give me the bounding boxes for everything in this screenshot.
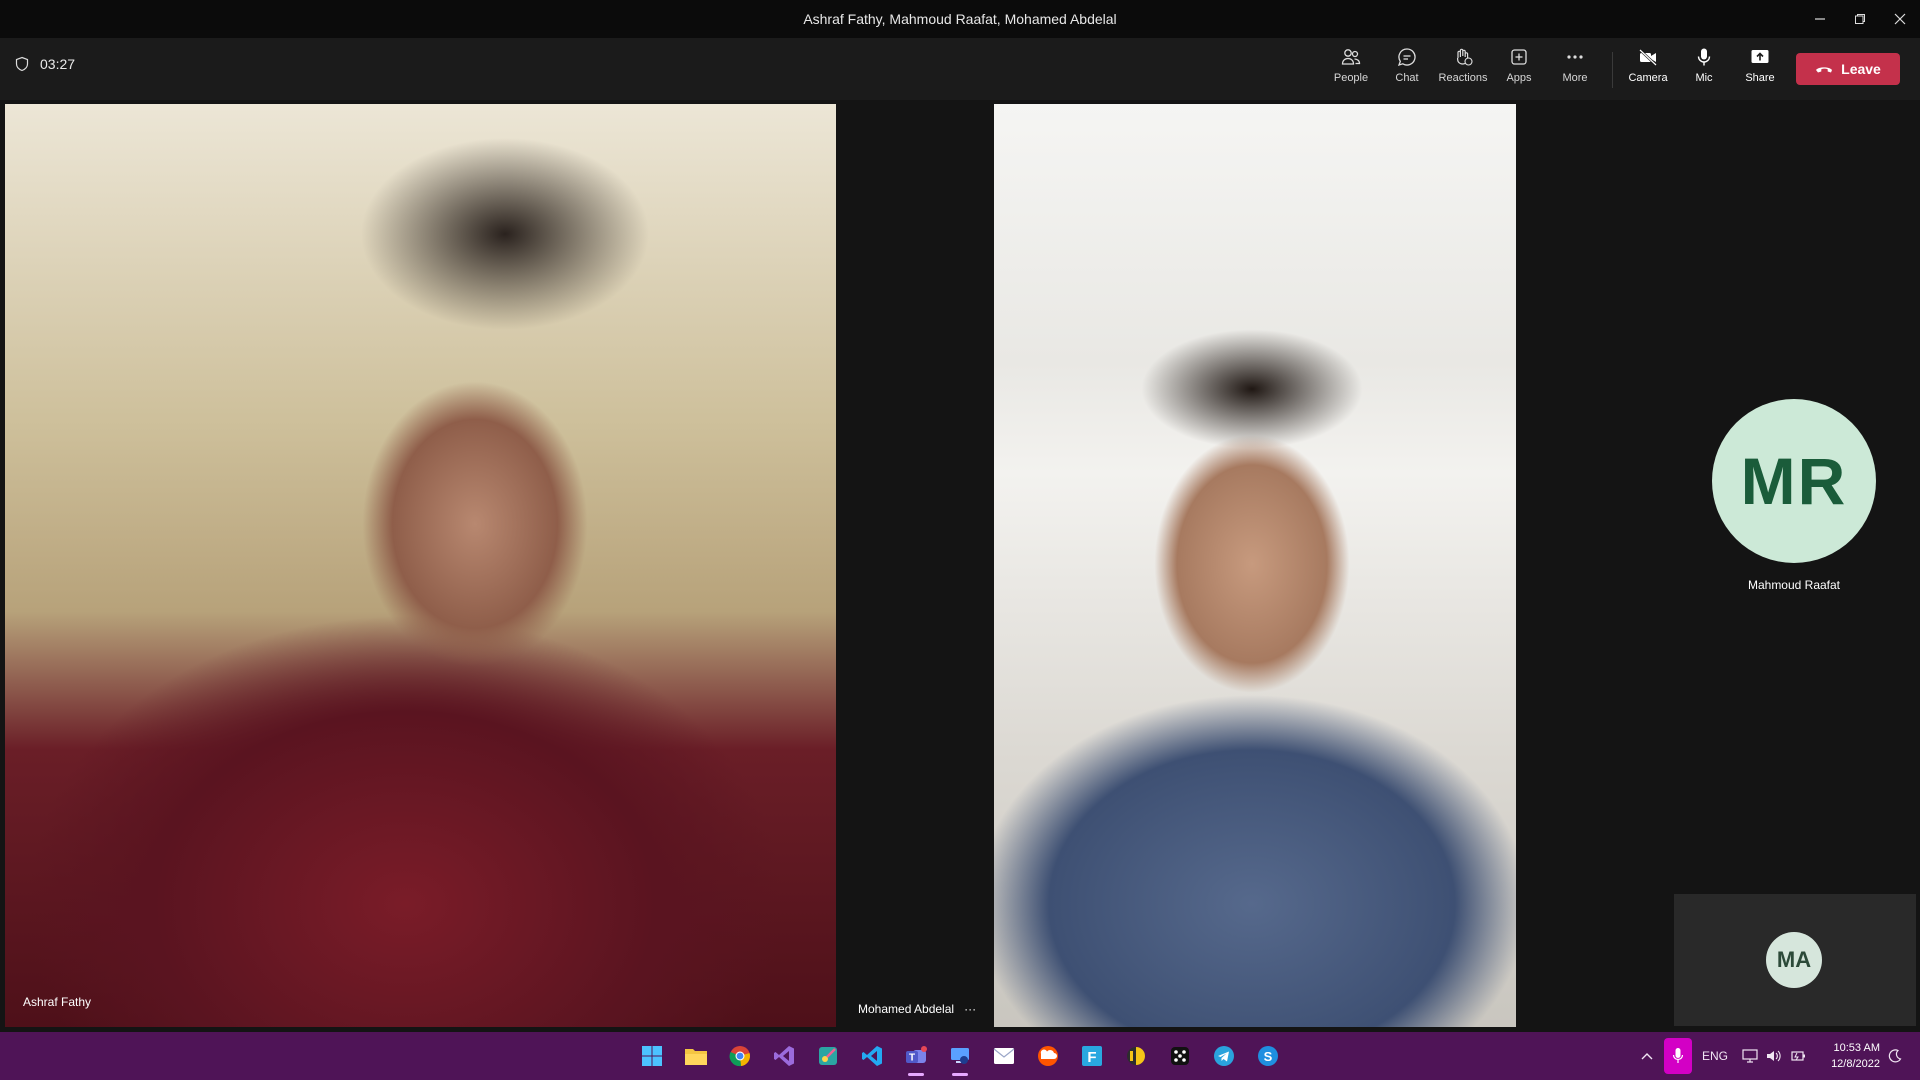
soundcloud-icon[interactable] xyxy=(1032,1040,1064,1072)
battery-icon[interactable] xyxy=(1790,1032,1806,1080)
window-title: Ashraf Fathy, Mahmoud Raafat, Mohamed Ab… xyxy=(803,11,1117,27)
meeting-timer: 03:27 xyxy=(14,56,75,72)
restore-button[interactable] xyxy=(1840,0,1880,38)
participant-name: Mohamed Abdelal xyxy=(858,1002,955,1016)
camera-button[interactable]: Camera xyxy=(1620,46,1676,94)
toolbar-divider xyxy=(1612,52,1613,88)
timer-text: 03:27 xyxy=(40,56,76,72)
telegram-icon[interactable] xyxy=(1208,1040,1240,1072)
svg-text:F: F xyxy=(1087,1049,1096,1066)
close-button[interactable] xyxy=(1880,0,1920,38)
more-label: More xyxy=(1562,72,1588,84)
apps-label: Apps xyxy=(1506,72,1532,84)
apps-button[interactable]: Apps xyxy=(1491,46,1547,94)
restore-icon xyxy=(1855,14,1865,24)
participant-avatar[interactable]: MR xyxy=(1712,399,1876,563)
teams-icon[interactable]: T xyxy=(900,1040,932,1076)
apps-icon xyxy=(1511,49,1527,65)
clock-date: 12/8/2022 xyxy=(1831,1058,1880,1070)
people-label: People xyxy=(1333,72,1369,84)
more-button[interactable]: More xyxy=(1547,46,1603,94)
people-icon xyxy=(1341,49,1361,65)
chat-icon xyxy=(1397,48,1416,67)
focus-moon-icon[interactable] xyxy=(1888,1032,1902,1080)
participant-more-options-icon[interactable]: ··· xyxy=(964,1002,976,1016)
svg-text:S: S xyxy=(1264,1049,1273,1064)
leave-label: Leave xyxy=(1841,61,1881,77)
language-indicator[interactable]: ENG xyxy=(1702,1032,1728,1080)
meeting-toolbar: 03:27 People Chat Reactions Apps More Ca… xyxy=(0,38,1920,100)
visual-studio-icon[interactable] xyxy=(768,1040,800,1072)
mic-label: Mic xyxy=(1695,72,1713,84)
chat-label: Chat xyxy=(1395,72,1419,84)
participant-video-tile[interactable]: Ashraf Fathy xyxy=(5,104,836,1027)
self-view-tile[interactable]: MA xyxy=(1674,894,1916,1026)
mic-icon xyxy=(1697,48,1711,66)
share-icon xyxy=(1751,50,1769,63)
language-label: ENG xyxy=(1702,1049,1729,1063)
share-label: Share xyxy=(1745,72,1775,84)
app-f-icon[interactable]: F xyxy=(1076,1040,1108,1072)
participant-video-tile[interactable] xyxy=(994,104,1516,1027)
snipping-tool-icon[interactable] xyxy=(812,1040,844,1072)
volume-icon[interactable] xyxy=(1766,1032,1782,1080)
minimize-button[interactable] xyxy=(1800,0,1840,38)
self-avatar: MA xyxy=(1766,932,1822,988)
close-icon xyxy=(1894,13,1906,25)
reactions-icon xyxy=(1457,48,1473,66)
tray-overflow-chevron-icon[interactable] xyxy=(1640,1032,1654,1080)
windows-start-icon[interactable] xyxy=(636,1040,668,1072)
leave-button[interactable]: Leave xyxy=(1796,53,1900,85)
participant-name-tag: Ashraf Fathy xyxy=(13,989,101,1015)
network-icon[interactable] xyxy=(1742,1032,1758,1080)
taskbar-clock[interactable]: 10:53 AM 12/8/2022 xyxy=(1810,1040,1880,1072)
camera-label: Camera xyxy=(1628,72,1668,84)
chat-button[interactable]: Chat xyxy=(1379,46,1435,94)
windows-taskbar: T F S ENG 10:53 AM 12/8/2022 xyxy=(0,1032,1920,1080)
camera-off-icon xyxy=(1639,49,1657,66)
skype-icon[interactable]: S xyxy=(1252,1040,1284,1072)
mic-button[interactable]: Mic xyxy=(1676,46,1732,94)
ilspy-icon[interactable] xyxy=(1120,1040,1152,1072)
phone-hangup-icon xyxy=(1816,67,1833,73)
shield-icon xyxy=(15,56,29,72)
chrome-icon[interactable] xyxy=(724,1040,756,1072)
mail-icon[interactable] xyxy=(988,1040,1020,1072)
share-button[interactable]: Share xyxy=(1732,46,1788,94)
more-icon xyxy=(1567,55,1583,59)
mic-in-use-icon[interactable] xyxy=(1664,1038,1692,1074)
participant-name: Ashraf Fathy xyxy=(23,995,92,1009)
participant-name-tag: Mohamed Abdelal ··· xyxy=(848,996,987,1022)
dice-app-icon[interactable] xyxy=(1164,1040,1196,1072)
vscode-icon[interactable] xyxy=(856,1040,888,1072)
svg-text:T: T xyxy=(909,1053,915,1064)
file-explorer-icon[interactable] xyxy=(680,1040,712,1072)
participant-name: Mahmoud Raafat xyxy=(1747,578,1841,592)
video-stage: Ashraf Fathy Mohamed Abdelal ··· MR Mahm… xyxy=(0,100,1920,1032)
people-button[interactable]: People xyxy=(1323,46,1379,94)
remote-desktop-icon[interactable] xyxy=(944,1040,976,1076)
reactions-label: Reactions xyxy=(1438,72,1488,84)
clock-time: 10:53 AM xyxy=(1833,1042,1880,1054)
reactions-button[interactable]: Reactions xyxy=(1435,46,1491,94)
minimize-icon xyxy=(1815,18,1825,20)
window-titlebar: Ashraf Fathy, Mahmoud Raafat, Mohamed Ab… xyxy=(0,0,1920,38)
